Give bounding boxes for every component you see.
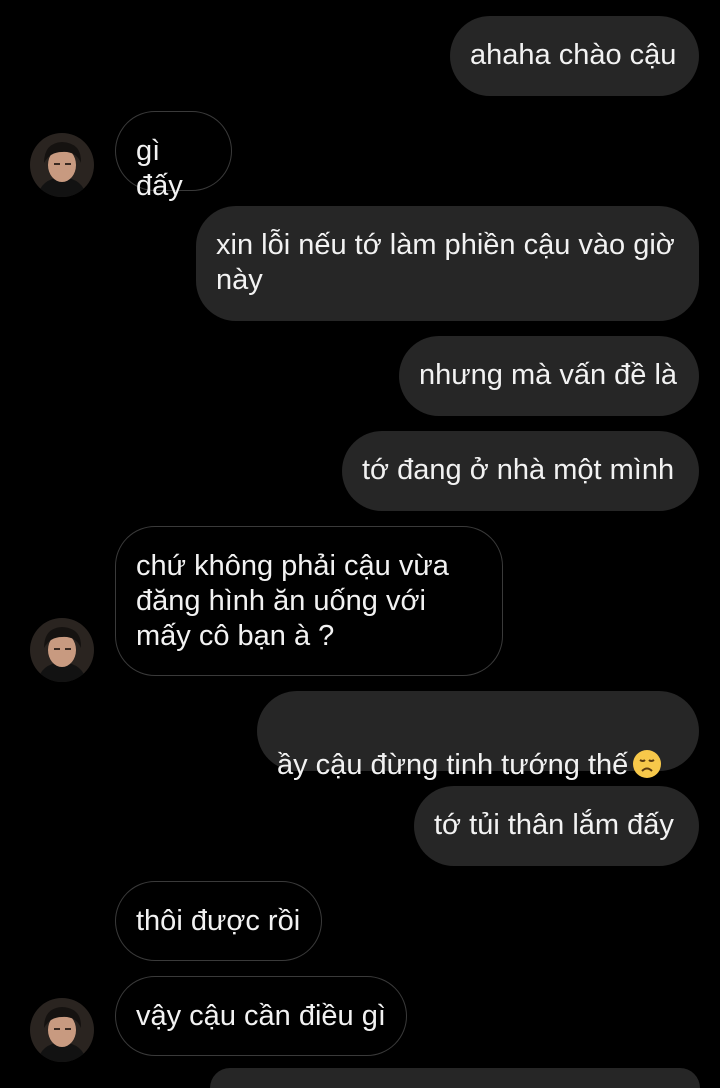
message-text: ầy cậu đừng tinh tướng thế <box>277 749 629 781</box>
message-bubble-incoming[interactable]: thôi được rồi <box>115 881 322 961</box>
message-bubble-outgoing[interactable]: nhưng mà vấn đề là <box>399 336 699 416</box>
chat-thread: ahaha chào cậu gì đấy xin lỗi nếu tớ làm… <box>0 0 720 1088</box>
message-bubble-incoming[interactable]: gì đấy <box>115 111 232 202</box>
message-bubble-incoming[interactable]: chứ không phải cậu vừa đăng hình ăn uống… <box>115 526 503 676</box>
avatar-photo-icon <box>30 998 94 1062</box>
avatar[interactable] <box>30 998 94 1062</box>
message-bubble-incoming[interactable]: vậy cậu cần điều gì <box>115 976 407 1056</box>
disappointed-face-icon <box>632 749 662 788</box>
avatar[interactable] <box>30 133 94 197</box>
next-message-bubble-partial <box>210 1068 700 1088</box>
message-bubble-outgoing[interactable]: xin lỗi nếu tớ làm phiền cậu vào giờ này <box>196 206 699 321</box>
message-bubble-outgoing[interactable]: ahaha chào cậu <box>450 16 699 96</box>
message-bubble-outgoing[interactable]: tớ đang ở nhà một mình <box>342 431 699 511</box>
message-bubble-outgoing[interactable]: tớ tủi thân lắm đấy <box>414 786 699 866</box>
avatar-photo-icon <box>30 133 94 197</box>
avatar[interactable] <box>30 618 94 682</box>
avatar-photo-icon <box>30 618 94 682</box>
message-bubble-outgoing[interactable]: ầy cậu đừng tinh tướng thế <box>257 691 699 781</box>
